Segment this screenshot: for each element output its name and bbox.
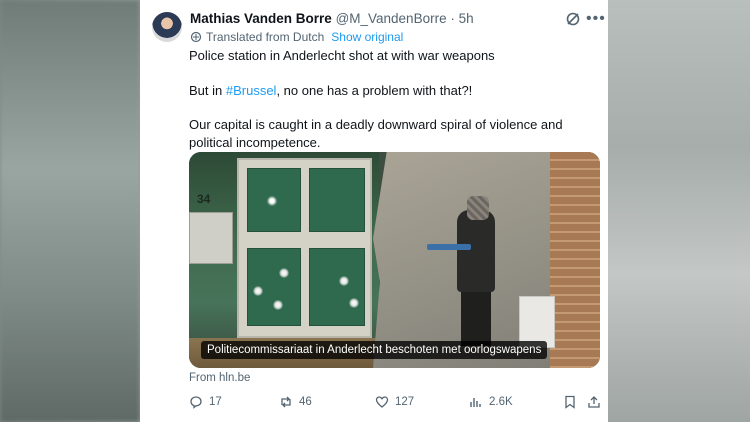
media-caption: Politiecommissariaat in Anderlecht besch… (201, 341, 548, 359)
repost-icon (281, 396, 291, 408)
tweet-text: Police station in Anderlecht shot at wit… (189, 47, 599, 168)
suspect-figure (457, 210, 495, 292)
tweet-line-2-after: , no one has a problem with that?! (276, 82, 473, 98)
bullet-hole (253, 286, 263, 296)
tweet-line-2-before: But in (189, 82, 226, 98)
mailbox (189, 212, 233, 264)
background-left (0, 0, 140, 422)
bullet-hole (273, 300, 283, 310)
background-right (608, 0, 750, 422)
author-name[interactable]: Mathias Vanden Borre (190, 11, 332, 26)
grok-icon[interactable] (565, 11, 581, 27)
repost-button[interactable]: 46 (279, 395, 312, 409)
tweet-line-2: But in #Brussel, no one has a problem wi… (189, 82, 599, 100)
hashtag-link[interactable]: #Brussel (226, 83, 277, 98)
translation-notice: Translated from Dutch Show original (190, 30, 403, 44)
weapon (427, 244, 471, 250)
door-pane (309, 168, 365, 232)
share-icon (588, 396, 600, 408)
views-button[interactable]: 2.6K (469, 395, 513, 409)
bullet-hole (279, 268, 289, 278)
tweet-time[interactable]: 5h (459, 11, 474, 26)
brick-wall (550, 152, 600, 368)
house-number: 34 (197, 192, 211, 206)
tweet-line-1: Police station in Anderlecht shot at wit… (189, 48, 495, 63)
reply-count: 17 (209, 396, 222, 408)
show-original-link[interactable]: Show original (331, 30, 403, 44)
like-count: 127 (395, 396, 415, 408)
bullet-hole (339, 276, 349, 286)
translated-label: Translated from Dutch (206, 30, 325, 44)
more-icon[interactable]: ••• (586, 10, 606, 28)
tweet-header: Mathias Vanden Borre @M_VandenBorre · 5h (190, 11, 474, 26)
reply-button[interactable]: 17 (189, 395, 222, 409)
link-source[interactable]: From hln.be (189, 372, 250, 384)
like-button[interactable]: 127 (375, 395, 414, 409)
tweet-card[interactable]: Mathias Vanden Borre @M_VandenBorre · 5h… (140, 0, 608, 422)
light-reflection (267, 196, 277, 206)
glass-door (237, 158, 372, 338)
bullet-hole (349, 298, 359, 308)
views-count: 2.6K (489, 396, 513, 408)
bookmark-button[interactable] (563, 395, 577, 409)
bookmark-icon (565, 395, 575, 409)
action-bar: 17 46 127 2.6K (189, 395, 601, 411)
separator-dot: · (450, 11, 455, 26)
translate-icon (190, 31, 202, 43)
views-icon (470, 398, 481, 407)
avatar[interactable] (152, 12, 182, 42)
photo-police-station-door: 34 (189, 152, 379, 368)
tweet-media[interactable]: 34 Politiecommissariaat in Anderlecht be… (189, 152, 600, 368)
share-button[interactable] (587, 395, 601, 409)
author-handle[interactable]: @M_VandenBorre (336, 11, 447, 26)
suspect-blurred-face (467, 196, 489, 220)
tweet-line-3: Our capital is caught in a deadly downwa… (189, 117, 563, 150)
suspect-legs (461, 288, 491, 346)
repost-count: 46 (299, 396, 312, 408)
like-icon (375, 396, 389, 408)
reply-icon (190, 396, 202, 409)
door-pane (309, 248, 365, 326)
